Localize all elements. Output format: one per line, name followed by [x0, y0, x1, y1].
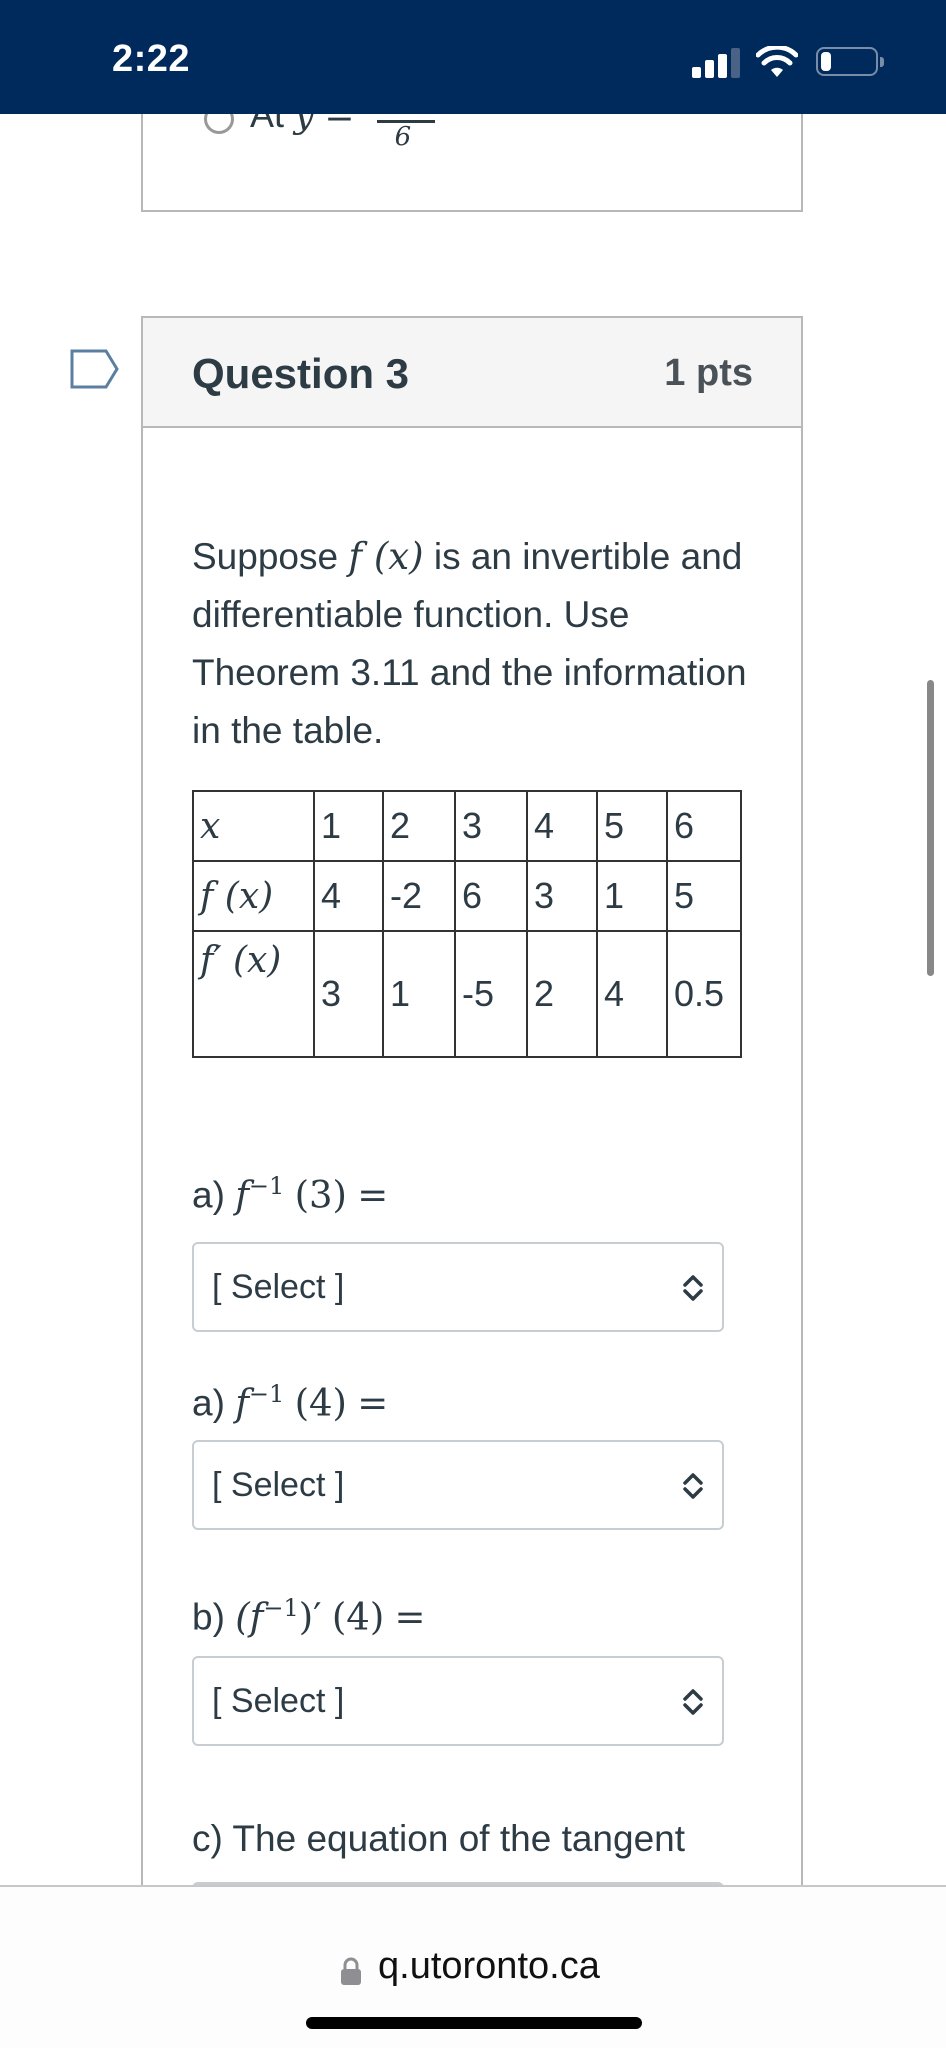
table-cell: 2 [526, 930, 598, 1058]
part-prefix: b) [192, 1596, 225, 1638]
prompt-text-1: Suppose [192, 536, 349, 577]
row-header-fpx: f′ (x) [192, 930, 315, 1058]
answer-select-a1[interactable]: [ Select ] [192, 1242, 724, 1332]
table-cell: 3 [526, 860, 598, 932]
part-a1-label: a) f−1 (3) = [192, 1172, 388, 1216]
chevron-up-down-icon [683, 1473, 703, 1499]
table-cell: 1 [313, 790, 384, 862]
select-value: [ Select ] [212, 1682, 345, 1720]
table-cell: 2 [382, 790, 456, 862]
math-func: (f [235, 1595, 264, 1639]
table-cell: -2 [382, 860, 456, 932]
bookmark-flag-icon[interactable] [70, 349, 120, 389]
lock-icon [341, 1957, 361, 1985]
math-sup: −1 [248, 1172, 285, 1200]
math-sup: −1 [248, 1380, 285, 1408]
question-prompt: Suppose f (x) is an invertible and diffe… [192, 528, 752, 760]
table-cell: 4 [526, 790, 598, 862]
part-prefix: a) [192, 1382, 225, 1424]
answer-select-b[interactable]: [ Select ] [192, 1656, 724, 1746]
table-cell: 4 [596, 930, 668, 1058]
question-title: Question 3 [192, 350, 410, 397]
fraction-denominator: 6 [394, 122, 412, 152]
math-eq: = [394, 1595, 426, 1639]
part-b-label: b) (f−1)′ (4) = [192, 1594, 426, 1638]
table-cell: 5 [596, 790, 668, 862]
table-row-fpx: f′ (x) 3 1 -5 2 4 0.5 [192, 930, 742, 1058]
table-cell: 3 [313, 930, 384, 1058]
table-cell: 1 [596, 860, 668, 932]
cellular-signal-icon [692, 48, 740, 78]
table-cell: 5 [666, 860, 742, 932]
battery-cap [880, 57, 884, 67]
table-cell: 6 [666, 790, 742, 862]
math-close: )′ [298, 1595, 322, 1639]
part-prefix: a) [192, 1174, 225, 1216]
vertical-scrollbar[interactable] [927, 680, 934, 976]
status-bar: 2:22 [0, 0, 946, 114]
wifi-icon [756, 46, 798, 77]
url-text[interactable]: q.utoronto.ca [378, 1945, 600, 1988]
chevron-up-down-icon [683, 1275, 703, 1301]
table-cell: 4 [313, 860, 384, 932]
browser-url-bar[interactable]: q.utoronto.ca [0, 1885, 946, 2048]
question-header: Question 3 1 pts [143, 318, 801, 428]
row-header-fx: f (x) [192, 860, 315, 932]
math-eq: = [357, 1381, 389, 1425]
part-a2-label: a) f−1 (4) = [192, 1380, 388, 1424]
prompt-math-fx: f (x) [348, 535, 424, 578]
status-time: 2:22 [112, 38, 191, 80]
math-arg: (3) [294, 1173, 347, 1217]
row-header-x: x [192, 790, 315, 862]
answer-select-a2[interactable]: [ Select ] [192, 1440, 724, 1530]
table-cell: 1 [382, 930, 456, 1058]
table-row-x: x 1 2 3 4 5 6 [192, 790, 742, 862]
home-indicator[interactable] [306, 2017, 642, 2029]
table-cell: 3 [454, 790, 528, 862]
values-table: x 1 2 3 4 5 6 f (x) 4 -2 6 3 1 5 f′ (x) … [192, 790, 742, 1058]
math-sup: −1 [263, 1594, 299, 1622]
math-func: f [235, 1381, 249, 1425]
select-value: [ Select ] [212, 1268, 345, 1306]
math-arg: (4) [294, 1381, 347, 1425]
math-eq: = [357, 1173, 389, 1217]
table-row-fx: f (x) 4 -2 6 3 1 5 [192, 860, 742, 932]
table-cell: -5 [454, 930, 528, 1058]
table-cell: 0.5 [666, 930, 742, 1058]
math-func: f [235, 1173, 249, 1217]
chevron-up-down-icon [683, 1689, 703, 1715]
question-points: 1 pts [664, 352, 753, 394]
table-cell: 6 [454, 860, 528, 932]
battery-level [821, 52, 831, 71]
select-value: [ Select ] [212, 1466, 345, 1504]
math-arg: (4) [331, 1595, 385, 1639]
battery-icon [816, 47, 878, 76]
